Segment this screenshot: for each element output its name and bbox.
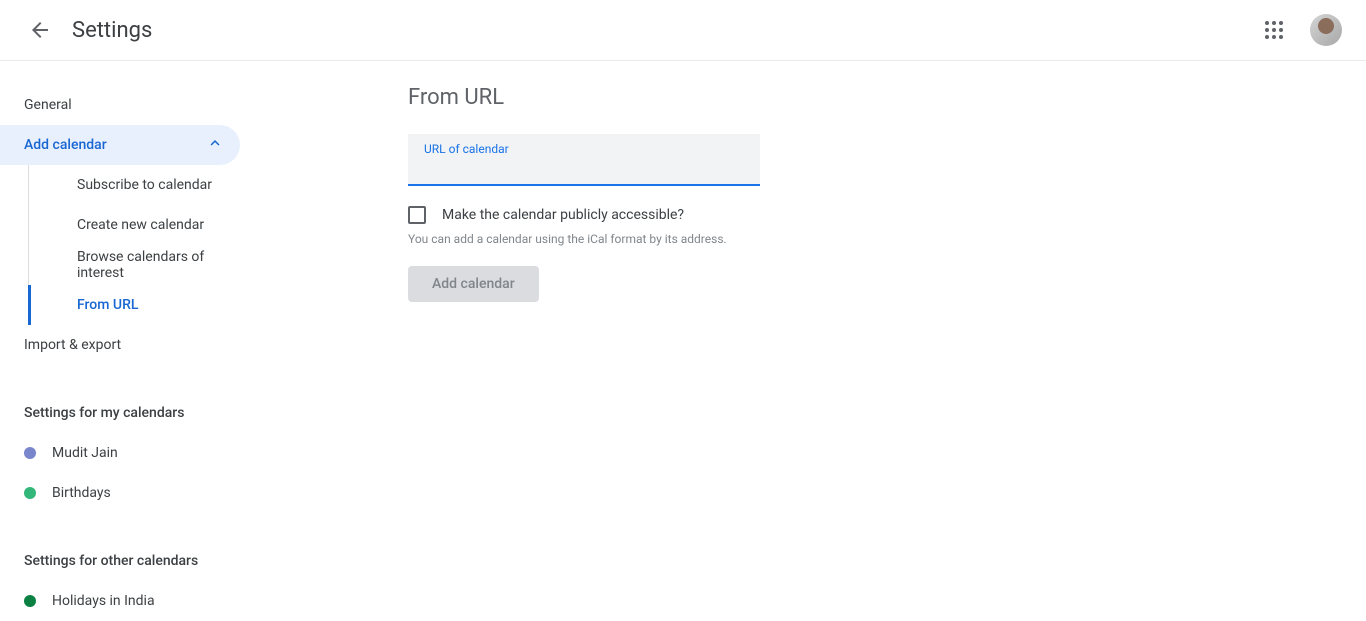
url-input-wrapper[interactable]: URL of calendar [408, 134, 760, 186]
apps-grid-icon [1262, 18, 1286, 42]
sidebar-item-subscribe[interactable]: Subscribe to calendar [28, 165, 260, 205]
sidebar-label: Create new calendar [77, 217, 204, 233]
app-header: Settings [0, 0, 1366, 61]
calendar-color-dot [24, 447, 36, 459]
sidebar-label: Browse calendars of interest [77, 249, 244, 281]
help-text: You can add a calendar using the iCal fo… [408, 232, 1366, 246]
calendar-label: Holidays in India [52, 593, 155, 609]
arrow-back-icon [28, 18, 52, 42]
url-input-label: URL of calendar [424, 142, 744, 156]
page-title: Settings [72, 18, 152, 43]
back-button[interactable] [20, 10, 60, 50]
calendar-item-holidays-india[interactable]: Holidays in India [0, 581, 260, 621]
section-my-calendars-title: Settings for my calendars [0, 405, 260, 421]
main-content: From URL URL of calendar Make the calend… [260, 61, 1366, 621]
content-wrapper: General Add calendar Subscribe to calend… [0, 61, 1366, 621]
url-input[interactable] [424, 160, 744, 178]
chevron-up-icon [206, 134, 224, 156]
calendar-item-birthdays[interactable]: Birthdays [0, 473, 260, 513]
public-checkbox[interactable] [408, 206, 426, 224]
sidebar-item-general[interactable]: General [0, 85, 240, 125]
section-other-calendars-title: Settings for other calendars [0, 553, 260, 569]
sidebar-label: Add calendar [24, 137, 107, 153]
sidebar-item-import-export[interactable]: Import & export [0, 325, 240, 365]
sidebar-item-add-calendar[interactable]: Add calendar [0, 125, 240, 165]
section-title: From URL [408, 85, 1366, 110]
sidebar-item-create-new[interactable]: Create new calendar [28, 205, 260, 245]
sidebar-label: Subscribe to calendar [77, 177, 212, 193]
calendar-label: Birthdays [52, 485, 111, 501]
sidebar-item-browse[interactable]: Browse calendars of interest [28, 245, 260, 285]
sidebar-label: Import & export [24, 337, 121, 353]
header-actions [1254, 10, 1350, 50]
user-avatar[interactable] [1310, 14, 1342, 46]
settings-sidebar: General Add calendar Subscribe to calend… [0, 61, 260, 621]
sidebar-label: General [24, 97, 72, 113]
calendar-color-dot [24, 487, 36, 499]
calendar-color-dot [24, 595, 36, 607]
sidebar-label: From URL [77, 297, 138, 313]
public-checkbox-label: Make the calendar publicly accessible? [442, 207, 684, 223]
add-calendar-button[interactable]: Add calendar [408, 266, 539, 302]
calendar-label: Mudit Jain [52, 445, 118, 461]
calendar-item-mudit-jain[interactable]: Mudit Jain [0, 433, 260, 473]
google-apps-button[interactable] [1254, 10, 1294, 50]
sidebar-item-from-url[interactable]: From URL [28, 285, 260, 325]
public-checkbox-row: Make the calendar publicly accessible? [408, 206, 1366, 224]
